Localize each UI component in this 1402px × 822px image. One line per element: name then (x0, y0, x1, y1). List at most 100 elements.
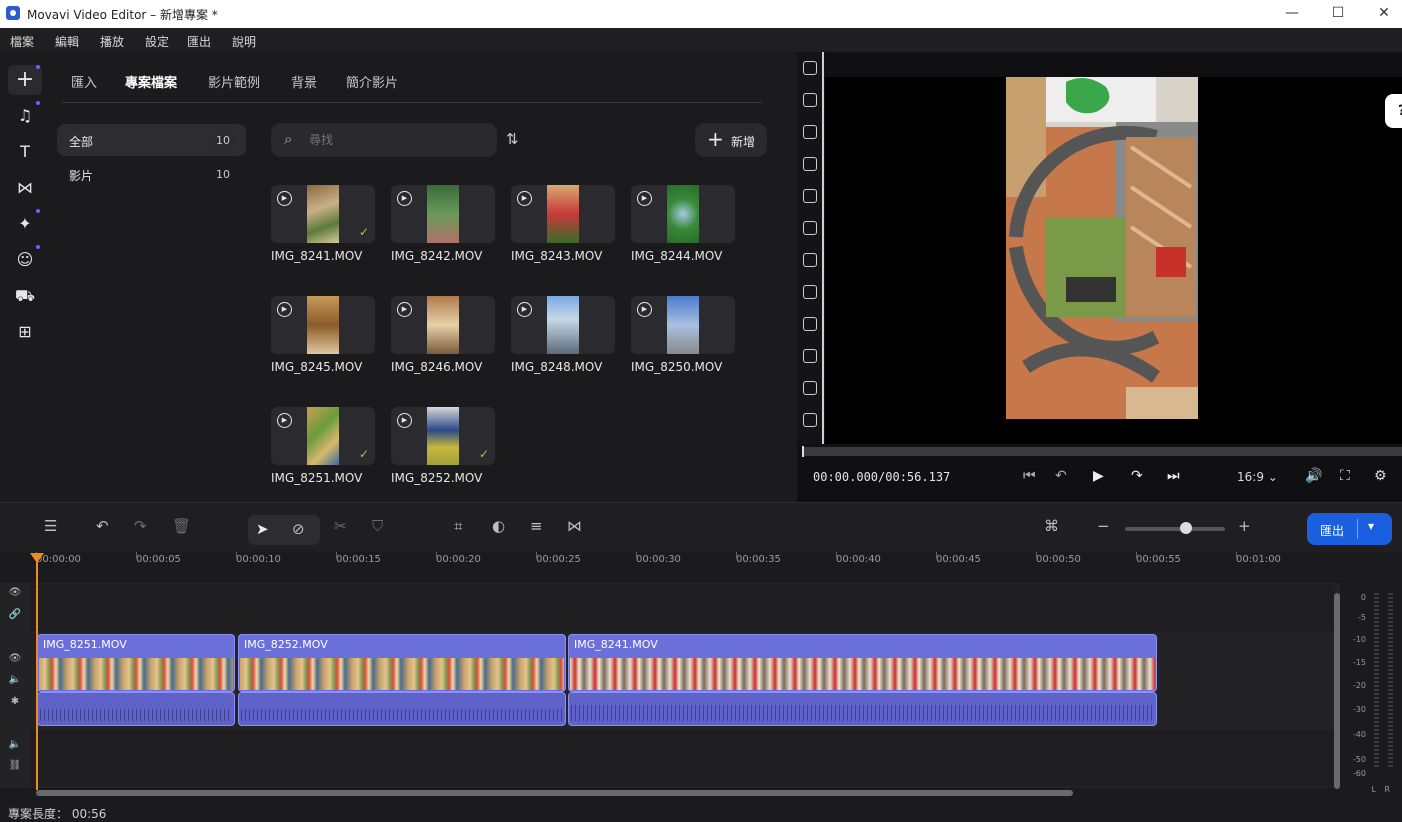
overlay-track-lane[interactable] (30, 585, 1335, 631)
vertical-scrollbar[interactable] (1334, 593, 1340, 789)
zoom-in-icon[interactable]: + (1238, 517, 1251, 535)
step-back-icon[interactable]: ↶ (1055, 468, 1067, 484)
help-button[interactable]: ? (1385, 94, 1402, 128)
delete-icon[interactable]: 🗑 (172, 517, 191, 535)
media-clip[interactable]: ▶ IMG_8242.MOV (391, 185, 495, 265)
menu-play[interactable]: 播放 (100, 33, 124, 50)
clip-properties-icon[interactable]: ≡ (530, 517, 543, 535)
scissors-icon[interactable]: ✂ (334, 517, 347, 535)
play-icon[interactable]: ▶ (397, 191, 412, 206)
play-icon[interactable]: ▶ (277, 302, 292, 317)
ripple-edit-icon[interactable]: ⊘ (292, 520, 305, 538)
tab-intro-videos[interactable]: 簡介影片 (346, 72, 398, 91)
volume-icon[interactable]: 🔊 (1305, 468, 1322, 484)
sort-icon[interactable]: ⇅ (506, 130, 519, 148)
timeline-ruler[interactable]: 00:00:00 00:00:05 00:00:10 00:00:15 00:0… (0, 552, 1340, 582)
play-icon[interactable]: ▶ (277, 413, 292, 428)
search-input[interactable] (309, 131, 479, 149)
media-clip[interactable]: ▶ ✓ IMG_8241.MOV (271, 185, 375, 265)
preview-scrubber[interactable] (802, 446, 1402, 457)
track-link-icon[interactable]: 🔗 (0, 609, 30, 620)
media-clip[interactable]: ▶ IMG_8250.MOV (631, 296, 735, 376)
media-clip[interactable]: ▶ IMG_8245.MOV (271, 296, 375, 376)
horizontal-scrollbar[interactable] (36, 790, 1073, 796)
skip-end-icon[interactable]: ⏭ (1167, 468, 1180, 484)
zoom-out-icon[interactable]: − (1097, 517, 1110, 535)
play-icon[interactable]: ▶ (517, 302, 532, 317)
select-arrow-icon[interactable]: ➤ (256, 520, 269, 538)
store-tool-button[interactable]: ⛟ (8, 281, 42, 311)
play-icon[interactable]: ▶ (637, 302, 652, 317)
marker-icon[interactable]: ⛉ (372, 517, 383, 535)
timeline-video-clip[interactable]: IMG_8241.MOV (568, 634, 1157, 692)
effects-tool-button[interactable]: ✦ (8, 209, 42, 239)
transitions-tool-button[interactable]: ⋈ (8, 173, 42, 203)
add-track-icon[interactable]: ☰ (44, 517, 57, 535)
menu-edit[interactable]: 編輯 (55, 33, 79, 50)
play-icon[interactable]: ▶ (517, 191, 532, 206)
media-clip[interactable]: ▶ ✓ IMG_8252.MOV (391, 407, 495, 487)
track-unlink-icon[interactable]: ⛓ (0, 760, 30, 771)
timeline-video-clip[interactable]: IMG_8252.MOV (238, 634, 566, 692)
zoom-slider-handle[interactable] (1180, 522, 1192, 534)
track-visibility-eye-icon[interactable]: 👁 (0, 587, 30, 598)
category-videos[interactable]: 影片 10 (57, 158, 246, 190)
crop-icon[interactable]: ⌗ (454, 517, 462, 535)
track-effects-icon[interactable]: ✱ (0, 696, 30, 707)
chevron-down-icon[interactable]: ▾ (1368, 519, 1374, 533)
color-adjust-icon[interactable]: ◐ (492, 517, 505, 535)
step-forward-icon[interactable]: ↷ (1131, 468, 1143, 484)
media-clip[interactable]: ▶ IMG_8246.MOV (391, 296, 495, 376)
media-clip[interactable]: ▶ IMG_8248.MOV (511, 296, 615, 376)
video-viewer[interactable]: ? (825, 77, 1402, 444)
settings-gear-icon[interactable]: ⚙ (1374, 468, 1387, 484)
used-check-icon: ✓ (478, 447, 489, 461)
tab-backgrounds[interactable]: 背景 (291, 72, 317, 91)
timeline-audio-clip[interactable] (238, 692, 566, 726)
music-tool-button[interactable]: ♫ (8, 101, 42, 131)
close-button[interactable]: ✕ (1361, 0, 1402, 28)
play-button[interactable]: ▶ (1093, 468, 1104, 484)
add-button[interactable]: + 新增 (695, 123, 767, 157)
more-tools-button[interactable]: ⊞ (8, 317, 42, 347)
fullscreen-icon[interactable]: ⛶ (1340, 468, 1350, 484)
export-button[interactable]: 匯出 ▾ (1307, 513, 1392, 545)
track-mute-icon[interactable]: 🔈 (0, 674, 30, 685)
play-icon[interactable]: ▶ (637, 191, 652, 206)
tab-project-files[interactable]: 專案檔案 (125, 72, 177, 91)
media-clip[interactable]: ▶ ✓ IMG_8251.MOV (271, 407, 375, 487)
import-tool-button[interactable]: + (8, 65, 42, 95)
maximize-button[interactable]: ☐ (1315, 0, 1361, 28)
minimize-button[interactable]: — (1269, 0, 1315, 28)
aspect-ratio-select[interactable]: 16:9 ⌄ (1237, 470, 1278, 484)
track-visibility-eye-icon[interactable]: 👁 (0, 653, 30, 664)
magnet-snap-icon[interactable]: ⌘ (1044, 517, 1059, 535)
playhead-line[interactable] (36, 555, 38, 790)
timeline-audio-clip[interactable] (37, 692, 235, 726)
track-mute-icon[interactable]: 🔈 (0, 739, 30, 750)
menu-export[interactable]: 匯出 (187, 33, 211, 50)
tab-import[interactable]: 匯入 (71, 72, 97, 91)
zoom-slider-track[interactable] (1125, 527, 1225, 531)
undo-icon[interactable]: ↶ (96, 517, 109, 535)
clip-thumbnail (307, 185, 339, 243)
menu-file[interactable]: 檔案 (10, 33, 34, 50)
menu-help[interactable]: 說明 (232, 33, 256, 50)
media-clip[interactable]: ▶ IMG_8243.MOV (511, 185, 615, 265)
text-icon: T (20, 142, 30, 161)
skip-start-icon[interactable]: ⏮ (1023, 468, 1036, 484)
redo-icon[interactable]: ↷ (134, 517, 147, 535)
media-clip[interactable]: ▶ IMG_8244.MOV (631, 185, 735, 265)
audio-track-lane[interactable] (30, 730, 1335, 786)
titles-tool-button[interactable]: T (8, 137, 42, 167)
play-icon[interactable]: ▶ (277, 191, 292, 206)
category-all[interactable]: 全部 10 (57, 124, 246, 156)
play-icon[interactable]: ▶ (397, 302, 412, 317)
play-icon[interactable]: ▶ (397, 413, 412, 428)
stickers-tool-button[interactable]: ☺ (8, 245, 42, 275)
transition-wizard-icon[interactable]: ⋈ (567, 517, 582, 535)
timeline-audio-clip[interactable] (568, 692, 1157, 726)
timeline-video-clip[interactable]: IMG_8251.MOV (37, 634, 235, 692)
tab-sample-videos[interactable]: 影片範例 (208, 72, 260, 91)
menu-settings[interactable]: 設定 (145, 33, 169, 50)
